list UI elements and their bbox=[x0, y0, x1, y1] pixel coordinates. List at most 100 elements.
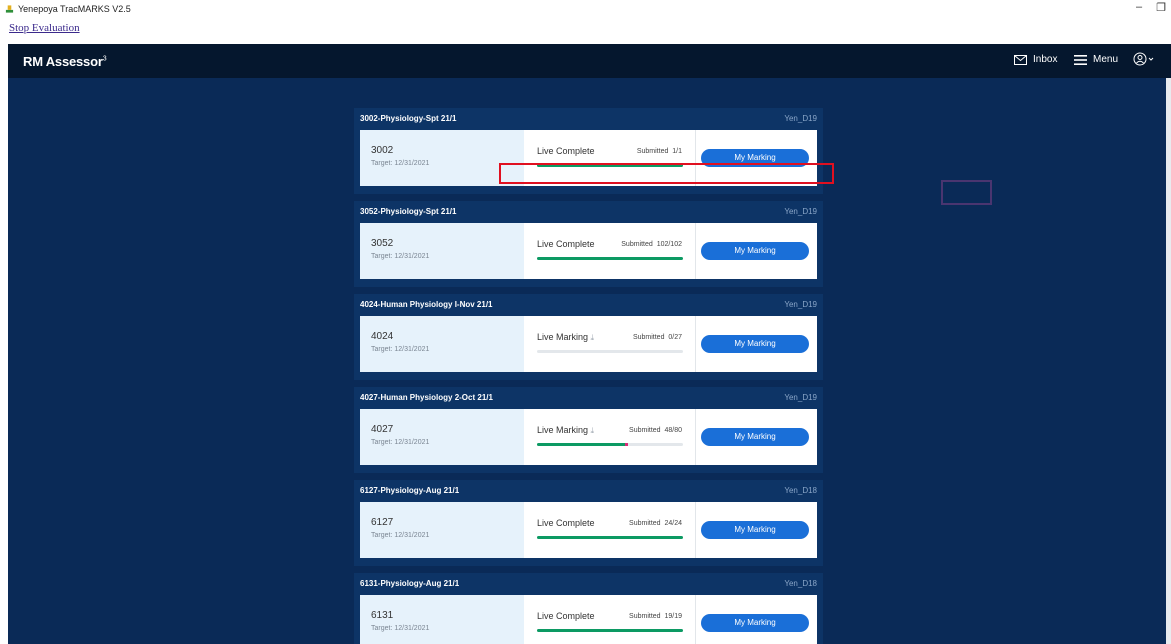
card-title: 3002-Physiology-Spt 21/1 bbox=[360, 114, 457, 123]
progress-bar bbox=[537, 629, 683, 632]
action-cell: My Marking bbox=[696, 223, 817, 279]
qig-card: 6127-Physiology-Aug 21/1 Yen_D18 6127 Ta… bbox=[354, 480, 823, 566]
card-header: 4027-Human Physiology 2-Oct 21/1 Yen_D19 bbox=[354, 387, 823, 409]
progress-bar bbox=[537, 536, 683, 539]
download-icon: ⤓ bbox=[590, 426, 595, 435]
status-label-wrap: Live Complete bbox=[537, 239, 595, 249]
status-label-wrap: Live Complete bbox=[537, 518, 595, 528]
brand-logo: RM Assessor3 bbox=[23, 54, 107, 69]
card-body: 4024 Target: 12/31/2021 Live Marking ⤓ S… bbox=[360, 316, 817, 372]
status-label-wrap: Live Complete bbox=[537, 146, 595, 156]
progress-bar bbox=[537, 443, 683, 446]
restore-icon[interactable]: ❐ bbox=[1151, 1, 1171, 14]
stop-evaluation-link[interactable]: Stop Evaluation bbox=[9, 22, 80, 34]
marker-id: Yen_D19 bbox=[784, 114, 817, 123]
qig-code: 3052 bbox=[371, 238, 394, 249]
highlight-box-purple bbox=[941, 180, 992, 205]
marker-id: Yen_D19 bbox=[784, 300, 817, 309]
card-body: 6131 Target: 12/31/2021 Live Complete Su… bbox=[360, 595, 817, 644]
my-marking-button[interactable]: My Marking bbox=[701, 428, 809, 446]
qig-card: 4027-Human Physiology 2-Oct 21/1 Yen_D19… bbox=[354, 387, 823, 473]
submitted-label: Submitted bbox=[632, 334, 665, 341]
submitted-count: 24/24 bbox=[664, 520, 682, 527]
qig-info: 3052 Target: 12/31/2021 bbox=[360, 223, 524, 279]
submitted-count: 102/102 bbox=[656, 241, 682, 248]
my-marking-button[interactable]: My Marking bbox=[701, 614, 809, 632]
qig-info: 6127 Target: 12/31/2021 bbox=[360, 502, 524, 558]
minimize-icon[interactable]: – bbox=[1129, 1, 1149, 13]
submitted-label: Submitted bbox=[629, 520, 661, 527]
vertical-scrollbar[interactable] bbox=[1166, 78, 1171, 644]
progress-bar bbox=[537, 257, 683, 260]
card-header: 3002-Physiology-Spt 21/1 Yen_D19 bbox=[354, 108, 823, 130]
my-marking-button[interactable]: My Marking bbox=[701, 242, 809, 260]
submitted-count-wrap: Submitted 48/80 bbox=[629, 427, 682, 434]
target-date: Target: 12/31/2021 bbox=[371, 532, 430, 539]
status-label-wrap: Live Complete bbox=[537, 611, 595, 621]
window-title-bar: Yenepoya TracMARKS V2.5 – ❐ bbox=[0, 0, 1171, 20]
action-cell: My Marking bbox=[696, 316, 817, 372]
my-marking-button[interactable]: My Marking bbox=[701, 521, 809, 539]
card-header: 4024-Human Physiology I-Nov 21/1 Yen_D19 bbox=[354, 294, 823, 316]
progress-bar bbox=[537, 350, 683, 353]
qig-code: 4024 bbox=[371, 331, 394, 342]
status-label: Live Complete bbox=[537, 611, 595, 621]
rm-assessor-app: RM Assessor3 Inbox Menu 3002-Physiology-… bbox=[8, 44, 1171, 644]
card-header: 6127-Physiology-Aug 21/1 Yen_D18 bbox=[354, 480, 823, 502]
qig-card: 3052-Physiology-Spt 21/1 Yen_D19 3052 Ta… bbox=[354, 201, 823, 287]
progress-fill bbox=[537, 443, 625, 446]
submitted-count: 0/27 bbox=[668, 334, 682, 341]
qig-info: 6131 Target: 12/31/2021 bbox=[360, 595, 524, 644]
user-profile-button[interactable] bbox=[1133, 52, 1155, 66]
qig-code: 6131 bbox=[371, 610, 394, 621]
action-cell: My Marking bbox=[696, 409, 817, 465]
user-avatar-icon bbox=[1133, 52, 1154, 66]
submitted-count-wrap: Submitted 102/102 bbox=[621, 241, 682, 248]
submitted-count-wrap: Submitted 1/1 bbox=[637, 148, 682, 155]
progress-error-fill bbox=[624, 443, 628, 446]
progress-fill bbox=[537, 629, 683, 632]
brand-name: RM Assessor bbox=[23, 54, 103, 69]
submitted-count-wrap: Submitted 24/24 bbox=[629, 520, 682, 527]
submitted-count: 19/19 bbox=[664, 613, 682, 620]
my-marking-button[interactable]: My Marking bbox=[701, 335, 809, 353]
marker-id: Yen_D18 bbox=[784, 579, 817, 588]
submitted-count-wrap: Submitted 19/19 bbox=[629, 613, 682, 620]
card-title: 4027-Human Physiology 2-Oct 21/1 bbox=[360, 393, 493, 402]
progress-fill bbox=[537, 536, 683, 539]
qig-card: 4024-Human Physiology I-Nov 21/1 Yen_D19… bbox=[354, 294, 823, 380]
qig-info: 4024 Target: 12/31/2021 bbox=[360, 316, 524, 372]
target-date: Target: 12/31/2021 bbox=[371, 253, 430, 260]
card-title: 4024-Human Physiology I-Nov 21/1 bbox=[360, 300, 493, 309]
marker-id: Yen_D18 bbox=[784, 486, 817, 495]
qig-code: 6127 bbox=[371, 517, 394, 528]
envelope-icon bbox=[1014, 54, 1027, 65]
app-icon bbox=[5, 5, 14, 13]
qig-card-list: 3002-Physiology-Spt 21/1 Yen_D19 3002 Ta… bbox=[354, 108, 823, 644]
target-date: Target: 12/31/2021 bbox=[371, 346, 430, 353]
action-cell: My Marking bbox=[696, 595, 817, 644]
status-label: Live Complete bbox=[537, 239, 595, 249]
card-body: 3052 Target: 12/31/2021 Live Complete Su… bbox=[360, 223, 817, 279]
card-title: 6127-Physiology-Aug 21/1 bbox=[360, 486, 460, 495]
menu-button[interactable]: Menu bbox=[1074, 54, 1118, 65]
card-body: 6127 Target: 12/31/2021 Live Complete Su… bbox=[360, 502, 817, 558]
brand-version: 3 bbox=[102, 55, 107, 63]
target-date: Target: 12/31/2021 bbox=[371, 439, 430, 446]
marking-status: Live Complete Submitted 102/102 bbox=[524, 223, 696, 279]
submitted-count: 1/1 bbox=[672, 148, 682, 155]
top-navigation-bar: RM Assessor3 Inbox Menu bbox=[8, 44, 1171, 78]
status-label: Live Marking bbox=[537, 332, 589, 342]
target-date: Target: 12/31/2021 bbox=[371, 160, 430, 167]
menu-label: Menu bbox=[1093, 54, 1119, 65]
card-title: 3052-Physiology-Spt 21/1 bbox=[360, 207, 457, 216]
marking-status: Live Marking ⤓ Submitted 48/80 bbox=[524, 409, 696, 465]
submitted-label: Submitted bbox=[636, 148, 669, 155]
action-cell: My Marking bbox=[696, 502, 817, 558]
qig-code: 3002 bbox=[371, 145, 394, 156]
submitted-label: Submitted bbox=[629, 427, 661, 434]
window-title: Yenepoya TracMARKS V2.5 bbox=[18, 4, 131, 14]
inbox-button[interactable]: Inbox bbox=[1014, 54, 1057, 65]
qig-info: 4027 Target: 12/31/2021 bbox=[360, 409, 524, 465]
status-label: Live Complete bbox=[537, 146, 595, 156]
